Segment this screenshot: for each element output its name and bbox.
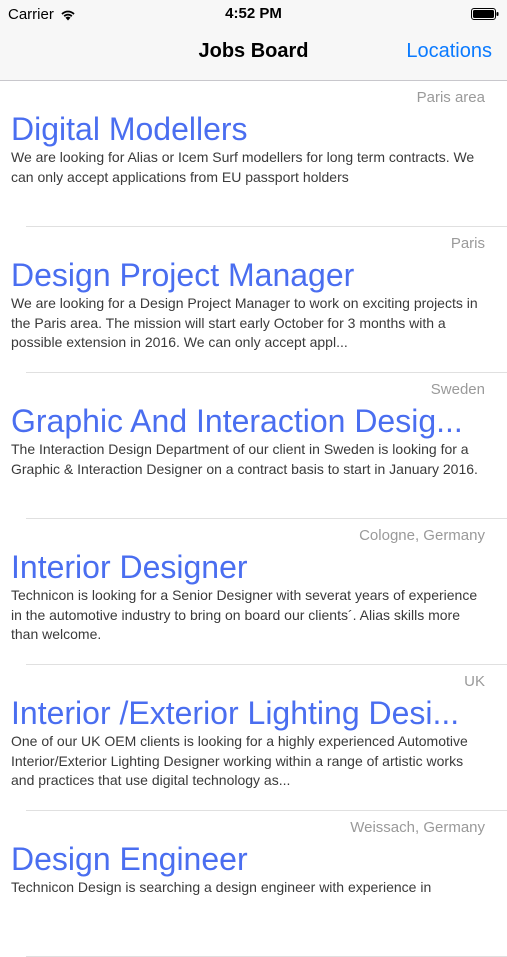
job-description: Technicon Design is searching a design e… [11, 879, 432, 895]
job-title: Design Engineer [11, 841, 248, 877]
locations-button[interactable]: Locations [406, 40, 492, 63]
job-row[interactable]: UK Interior /Exterior Lighting Desi... O… [0, 665, 507, 811]
job-title: Graphic And Interaction Desig... [11, 403, 463, 439]
job-description: We are looking for Alias or Icem Surf mo… [11, 149, 475, 185]
status-time: 4:52 PM [225, 5, 282, 22]
job-location: UK [464, 673, 485, 690]
job-title: Digital Modellers [11, 111, 248, 147]
job-row[interactable]: Paris area Digital Modellers We are look… [0, 81, 507, 227]
job-location: Sweden [430, 381, 485, 398]
job-description: We are looking for a Design Project Mana… [11, 295, 478, 350]
job-row[interactable]: Sweden Graphic And Interaction Desig... … [0, 373, 507, 519]
jobs-list[interactable]: Paris area Digital Modellers We are look… [0, 81, 507, 957]
job-location: Cologne, Germany [359, 527, 485, 544]
job-row[interactable]: Paris Design Project Manager We are look… [0, 227, 507, 373]
job-location: Paris [450, 235, 485, 252]
job-location: Weissach, Germany [350, 819, 485, 836]
navigation-bar: Jobs Board Locations [0, 28, 507, 81]
job-description: Technicon is looking for a Senior Design… [11, 587, 478, 642]
job-row[interactable]: Weissach, Germany Design Engineer Techni… [0, 811, 507, 957]
job-description: The Interaction Design Department of our… [11, 441, 478, 477]
job-description: One of our UK OEM clients is looking for… [11, 733, 468, 788]
status-bar: Carrier 4:52 PM [0, 0, 507, 28]
job-row[interactable]: Cologne, Germany Interior Designer Techn… [0, 519, 507, 665]
job-title: Design Project Manager [11, 257, 355, 293]
battery-icon [471, 8, 499, 20]
job-title: Interior /Exterior Lighting Desi... [11, 695, 460, 731]
job-title: Interior Designer [11, 549, 248, 585]
job-location: Paris area [416, 89, 485, 106]
